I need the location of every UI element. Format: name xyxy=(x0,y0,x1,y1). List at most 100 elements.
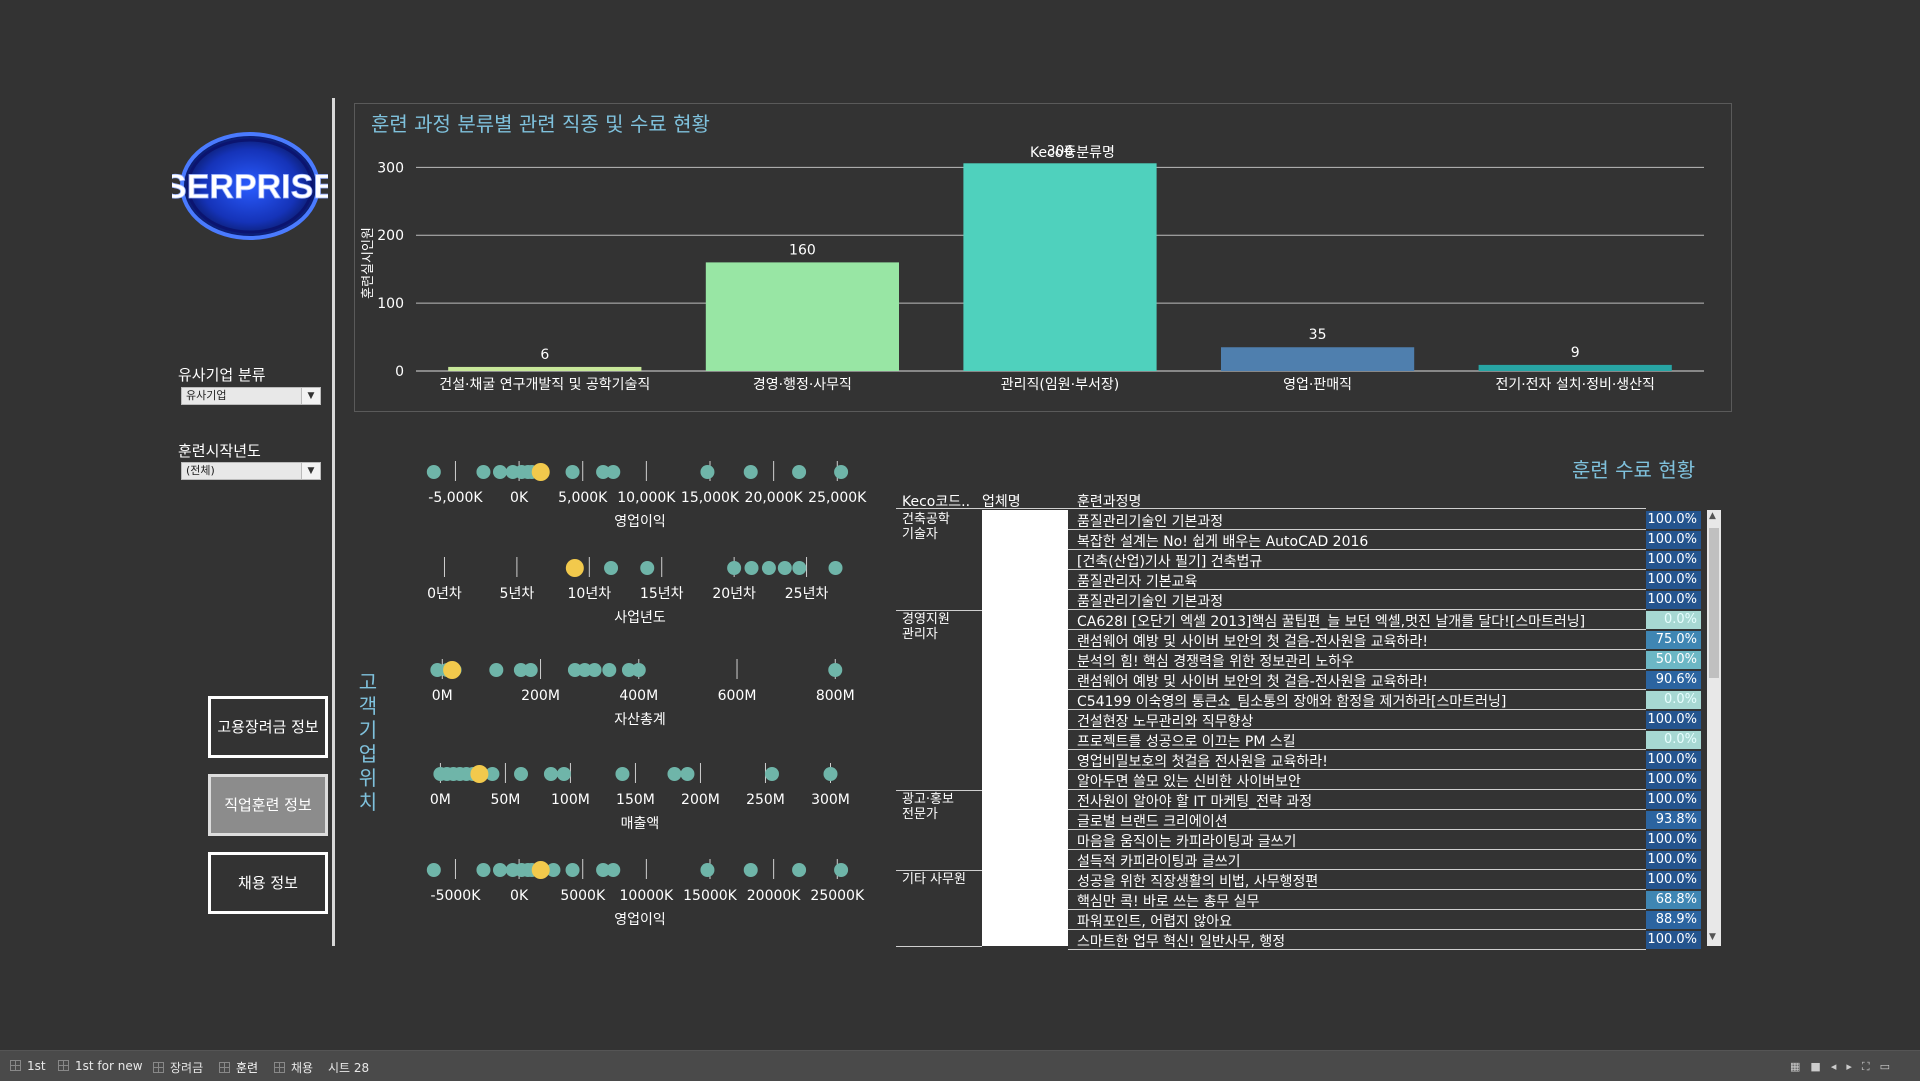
bar[interactable] xyxy=(1478,364,1672,371)
next-icon[interactable]: ▸ xyxy=(1846,1060,1862,1073)
course-name[interactable]: 글로벌 브랜드 크리에이션 xyxy=(1077,811,1647,831)
keco-category[interactable]: 경영지원 관리자 xyxy=(902,612,950,642)
course-name[interactable]: C54199 이숙영의 통큰쇼_팀소통의 장애와 함정을 제거하라[스마트러닝] xyxy=(1077,691,1647,711)
scatter-point[interactable] xyxy=(727,561,742,575)
course-name[interactable]: 핵심만 콕! 바로 쓰는 총무 실무 xyxy=(1077,891,1647,911)
scatter-point[interactable] xyxy=(565,863,580,877)
highlight-point[interactable] xyxy=(531,463,550,481)
tab-1st[interactable]: 1st xyxy=(10,1059,46,1073)
completion-rate-cell[interactable]: 100.0% xyxy=(1646,791,1701,809)
bar[interactable] xyxy=(705,262,899,371)
company-category-select[interactable]: 유사기업 ▼ xyxy=(181,387,321,405)
completion-rate-cell[interactable]: 0.0% xyxy=(1646,611,1701,629)
scatter-point[interactable] xyxy=(828,561,843,575)
scatter-point[interactable] xyxy=(743,465,758,479)
vocational-training-button[interactable]: 직업훈련 정보 xyxy=(208,774,328,836)
scatter-point[interactable] xyxy=(493,465,507,479)
completion-rate-cell[interactable]: 90.6% xyxy=(1646,671,1701,689)
scatter-point[interactable] xyxy=(489,663,504,677)
job-info-button[interactable]: 채용 정보 xyxy=(208,852,328,914)
course-name[interactable]: [건축(산업)기사 필기] 건축법규 xyxy=(1077,551,1647,571)
scatter-point[interactable] xyxy=(631,663,646,677)
scatter-point[interactable] xyxy=(823,767,838,781)
scatter-point[interactable] xyxy=(565,465,580,479)
scatter-point[interactable] xyxy=(700,863,715,877)
square-icon[interactable]: ■ xyxy=(1810,1060,1830,1073)
completion-rate-cell[interactable]: 100.0% xyxy=(1646,511,1701,529)
scatter-point[interactable] xyxy=(587,663,602,677)
completion-rate-cell[interactable]: 0.0% xyxy=(1646,731,1701,749)
scatter-point[interactable] xyxy=(828,663,843,677)
completion-rate-cell[interactable]: 88.9% xyxy=(1646,911,1701,929)
scatter-point[interactable] xyxy=(792,561,807,575)
completion-rate-cell[interactable]: 100.0% xyxy=(1646,551,1701,569)
grid-view-icon[interactable]: ▦ xyxy=(1790,1060,1810,1073)
completion-rate-cell[interactable]: 50.0% xyxy=(1646,651,1701,669)
completion-rate-cell[interactable]: 100.0% xyxy=(1646,871,1701,889)
course-name[interactable]: 영업비밀보호의 첫걸음 전사원을 교육하라! xyxy=(1077,751,1647,771)
fullscreen-icon[interactable]: ⛶ xyxy=(1862,1060,1880,1073)
start-year-select[interactable]: (전체) ▼ xyxy=(181,462,321,480)
course-name[interactable]: 랜섬웨어 예방 및 사이버 보안의 첫 걸음-전사원을 교육하라! xyxy=(1077,671,1647,691)
scatter-point[interactable] xyxy=(426,465,441,479)
scatter-point[interactable] xyxy=(640,561,655,575)
keco-category[interactable]: 광고·홍보 전문가 xyxy=(902,792,954,822)
completion-rate-cell[interactable]: 75.0% xyxy=(1646,631,1701,649)
scatter-point[interactable] xyxy=(700,465,715,479)
course-name[interactable]: 분석의 힘! 핵심 경쟁력을 위한 정보관리 노하우 xyxy=(1077,651,1647,671)
completion-rate-cell[interactable]: 100.0% xyxy=(1646,831,1701,849)
scatter-point[interactable] xyxy=(543,767,558,781)
scatter-point[interactable] xyxy=(764,767,779,781)
scatter-point[interactable] xyxy=(556,767,571,781)
course-name[interactable]: 건설현장 노무관리와 직무향상 xyxy=(1077,711,1647,731)
highlight-point[interactable] xyxy=(565,559,584,577)
scatter-point[interactable] xyxy=(743,863,758,877)
chevron-down-icon[interactable]: ▼ xyxy=(301,463,320,479)
scatter-point[interactable] xyxy=(493,863,507,877)
completion-rate-cell[interactable]: 100.0% xyxy=(1646,531,1701,549)
course-name[interactable]: 품질관리기술인 기본과정 xyxy=(1077,511,1647,531)
employment-subsidy-button[interactable]: 고용장려금 정보 xyxy=(208,696,328,758)
bar[interactable] xyxy=(963,163,1157,371)
table-scroll-thumb[interactable] xyxy=(1709,528,1719,678)
chevron-down-icon[interactable]: ▼ xyxy=(301,388,320,404)
scatter-point[interactable] xyxy=(426,863,441,877)
keco-category[interactable]: 건축공학 기술자 xyxy=(902,512,950,542)
course-name[interactable]: 스마트한 업무 혁신! 일반사무, 행정 xyxy=(1077,931,1647,951)
highlight-point[interactable] xyxy=(531,861,550,879)
chevron-up-icon[interactable]: ▲ xyxy=(1709,511,1716,521)
scatter-point[interactable] xyxy=(514,767,529,781)
course-name[interactable]: 성공을 위한 직장생활의 비법, 사무행정편 xyxy=(1077,871,1647,891)
completion-rate-cell[interactable]: 93.8% xyxy=(1646,811,1701,829)
completion-rate-cell[interactable]: 68.8% xyxy=(1646,891,1701,909)
scatter-point[interactable] xyxy=(834,465,849,479)
course-name[interactable]: 마음을 움직이는 카피라이팅과 글쓰기 xyxy=(1077,831,1647,851)
chevron-down-icon[interactable]: ▼ xyxy=(1709,932,1716,942)
tab-hiring[interactable]: 채용 xyxy=(274,1059,313,1076)
scatter-point[interactable] xyxy=(615,767,630,781)
course-name[interactable]: 파워포인트, 어렵지 않아요 xyxy=(1077,911,1647,931)
scatter-point[interactable] xyxy=(834,863,849,877)
tab-training[interactable]: 훈련 xyxy=(219,1059,258,1076)
tab-sheet-28[interactable]: 시트 28 xyxy=(328,1059,369,1076)
keco-category[interactable]: 기타 사무원 xyxy=(902,872,966,887)
scatter-point[interactable] xyxy=(744,561,759,575)
scatter-point[interactable] xyxy=(606,863,621,877)
scatter-point[interactable] xyxy=(604,561,619,575)
scatter-point[interactable] xyxy=(792,465,807,479)
completion-rate-cell[interactable]: 100.0% xyxy=(1646,591,1701,609)
course-name[interactable]: 전사원이 알아야 할 IT 마케팅_전략 과정 xyxy=(1077,791,1647,811)
highlight-point[interactable] xyxy=(443,661,462,679)
course-name[interactable]: 품질관리자 기본교육 xyxy=(1077,571,1647,591)
course-name[interactable]: 복잡한 설계는 No! 쉽게 배우는 AutoCAD 2016 xyxy=(1077,531,1647,551)
scatter-point[interactable] xyxy=(761,561,776,575)
completion-rate-cell[interactable]: 100.0% xyxy=(1646,851,1701,869)
course-name[interactable]: 프로젝트를 성공으로 이끄는 PM 스킬 xyxy=(1077,731,1647,751)
completion-rate-cell[interactable]: 100.0% xyxy=(1646,931,1701,949)
bar[interactable] xyxy=(448,366,642,371)
scatter-point[interactable] xyxy=(602,663,617,677)
course-name[interactable]: 랜섬웨어 예방 및 사이버 보안의 첫 걸음-전사원을 교육하라! xyxy=(1077,631,1647,651)
scatter-point[interactable] xyxy=(476,863,491,877)
scatter-point[interactable] xyxy=(523,663,538,677)
course-name[interactable]: 알아두면 쓸모 있는 신비한 사이버보안 xyxy=(1077,771,1647,791)
